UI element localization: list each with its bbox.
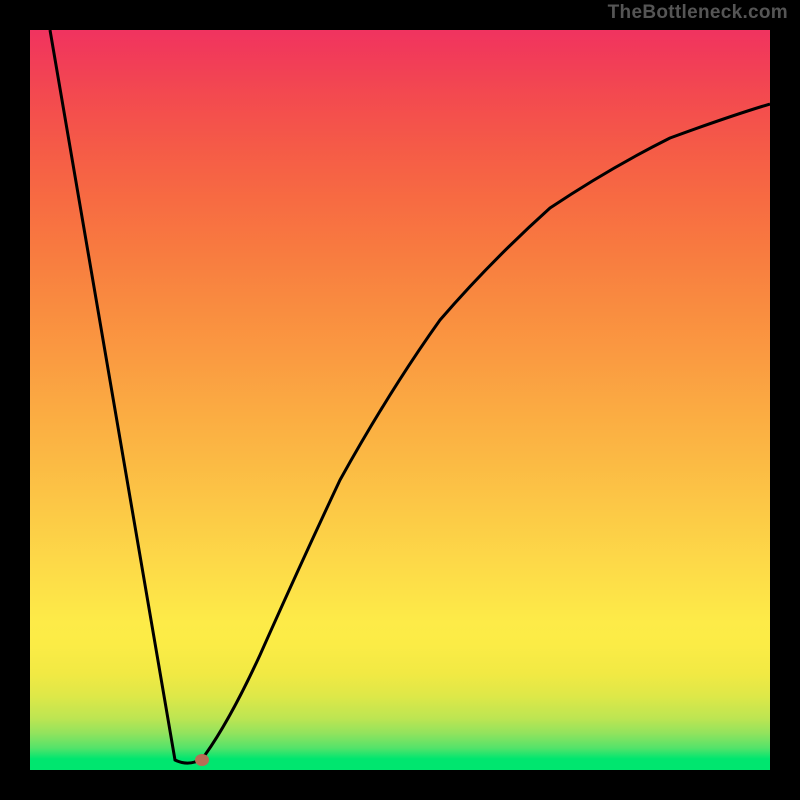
chart-canvas [30,30,770,770]
watermark-text: TheBottleneck.com [608,2,788,24]
curve-svg [30,30,770,770]
bottleneck-curve [50,30,770,763]
optimal-marker [195,754,209,766]
